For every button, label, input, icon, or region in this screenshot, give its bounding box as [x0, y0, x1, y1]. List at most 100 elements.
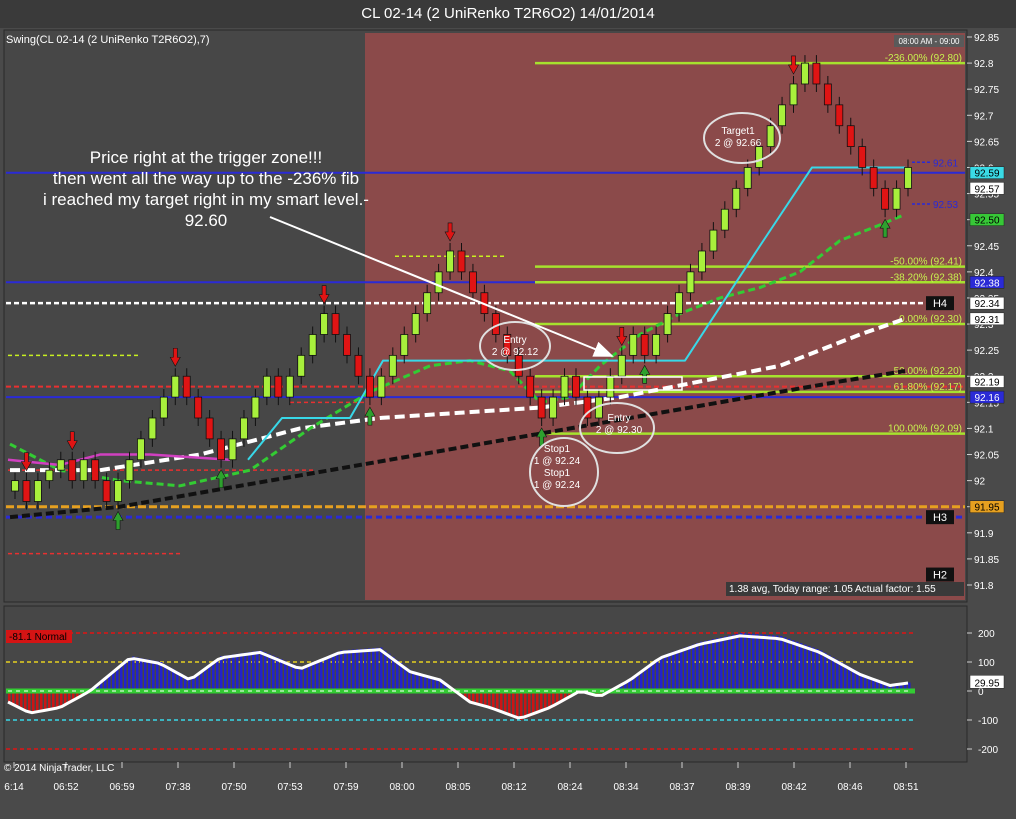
renko-brick-up	[709, 229, 718, 252]
comment-line-3: i reached my target right in my smart le…	[43, 190, 369, 209]
osc-bar	[156, 661, 159, 691]
swing-label: 92.61	[933, 158, 958, 169]
renko-brick-up	[159, 396, 168, 419]
osc-bar	[248, 652, 251, 691]
renko-brick-down	[205, 417, 214, 440]
osc-bar	[768, 635, 771, 691]
osc-bar	[316, 660, 319, 691]
osc-bar	[332, 653, 335, 691]
osc-bar	[264, 652, 267, 691]
osc-bar	[516, 691, 519, 719]
osc-bar	[828, 655, 831, 691]
osc-bar	[748, 633, 751, 691]
price-tick-label: 92.75	[974, 85, 999, 96]
time-tick-label: 08:12	[501, 782, 526, 793]
time-tick-label: 07:59	[333, 782, 358, 793]
osc-bar	[796, 641, 799, 691]
renko-brick-down	[514, 354, 523, 377]
renko-brick-up	[45, 469, 54, 482]
time-tick-label: 08:42	[781, 782, 806, 793]
osc-bar	[512, 691, 515, 717]
renko-brick-up	[114, 480, 122, 502]
instrument-label: Swing(CL 02-14 (2 UniRenko T2R6O2),7)	[6, 34, 210, 46]
renko-brick-up	[125, 459, 134, 482]
renko-brick-down	[457, 250, 466, 273]
pivot-tag-label: H2	[933, 570, 947, 582]
osc-bar	[524, 691, 527, 719]
copyright: © 2014 NinjaTrader, LLC	[4, 763, 114, 774]
osc-bar	[24, 691, 27, 712]
time-tick-label: 07:53	[277, 782, 302, 793]
osc-bar	[764, 634, 767, 691]
renko-brick-down	[22, 480, 31, 502]
renko-brick-up	[262, 375, 271, 398]
price-tick-label: 92.8	[974, 59, 994, 70]
osc-bar	[492, 691, 495, 710]
time-tick-label: 6:14	[4, 782, 24, 793]
time-tick-label: 08:37	[669, 782, 694, 793]
renko-brick-down	[858, 146, 867, 168]
osc-bar	[120, 664, 123, 691]
osc-bar	[44, 691, 47, 712]
osc-bar	[712, 639, 715, 691]
renko-brick-down	[331, 313, 340, 335]
osc-bar	[820, 650, 823, 691]
osc-bar	[668, 653, 671, 691]
osc-bar	[32, 691, 35, 714]
fib-label: 61.80% (92.17)	[894, 382, 962, 393]
osc-bar	[500, 691, 503, 713]
renko-brick-down	[217, 438, 225, 461]
osc-bar	[716, 638, 719, 691]
renko-brick-down	[846, 125, 855, 147]
renko-brick-up	[434, 271, 443, 294]
renko-brick-up	[629, 334, 638, 356]
price-tag-label: 92.59	[974, 169, 999, 180]
stop-1b-title: Stop1	[544, 468, 571, 479]
chart-canvas[interactable]: -236.00% (92.80) -50.00% (92.41) -38.20% (…	[0, 0, 1016, 819]
stop-1a-title: Stop1	[544, 444, 571, 455]
fib-label: 100.00% (92.09)	[888, 424, 962, 435]
osc-bar	[228, 655, 231, 691]
range-info: 1.38 avg, Today range: 1.05 Actual facto…	[729, 584, 936, 595]
renko-brick-up	[732, 187, 741, 210]
price-tag-label: 92.34	[974, 299, 999, 310]
osc-bar	[804, 644, 807, 691]
price-tick-label: 92.85	[974, 33, 999, 44]
renko-brick-up	[904, 167, 912, 189]
osc-bar	[304, 666, 307, 691]
renko-brick-down	[881, 187, 890, 210]
osc-bar	[352, 649, 355, 691]
renko-brick-up	[560, 375, 569, 398]
stop-1b-detail: 1 @ 92.24	[534, 480, 581, 491]
entry-1-title: Entry	[503, 335, 526, 346]
fib-label: -38.20% (92.38)	[890, 272, 962, 283]
session-label: 08:00 AM - 09:00	[899, 37, 960, 46]
osc-bar	[256, 650, 259, 691]
osc-bar	[312, 662, 315, 691]
renko-brick-up	[652, 334, 661, 356]
osc-bar	[244, 652, 247, 691]
osc-bar	[676, 650, 679, 691]
osc-bar	[812, 647, 815, 691]
renko-brick-up	[400, 334, 409, 356]
renko-brick-up	[308, 334, 317, 356]
renko-brick-up	[251, 396, 260, 419]
osc-bar	[328, 655, 331, 691]
renko-brick-up	[698, 250, 706, 273]
osc-bar	[696, 643, 699, 691]
osc-bar	[320, 659, 323, 691]
osc-bar	[808, 646, 811, 691]
renko-brick-up	[377, 375, 386, 398]
osc-bar	[640, 671, 643, 691]
time-tick-label: 08:24	[557, 782, 582, 793]
osc-bar	[128, 657, 131, 691]
osc-bar	[708, 639, 711, 691]
osc-bar	[220, 656, 223, 691]
renko-brick-up	[446, 250, 454, 273]
renko-brick-up	[617, 354, 626, 377]
osc-bar	[660, 656, 663, 691]
osc-bar	[48, 691, 51, 711]
osc-bar	[752, 633, 755, 691]
osc-bar	[36, 691, 39, 714]
osc-bar	[340, 650, 343, 691]
